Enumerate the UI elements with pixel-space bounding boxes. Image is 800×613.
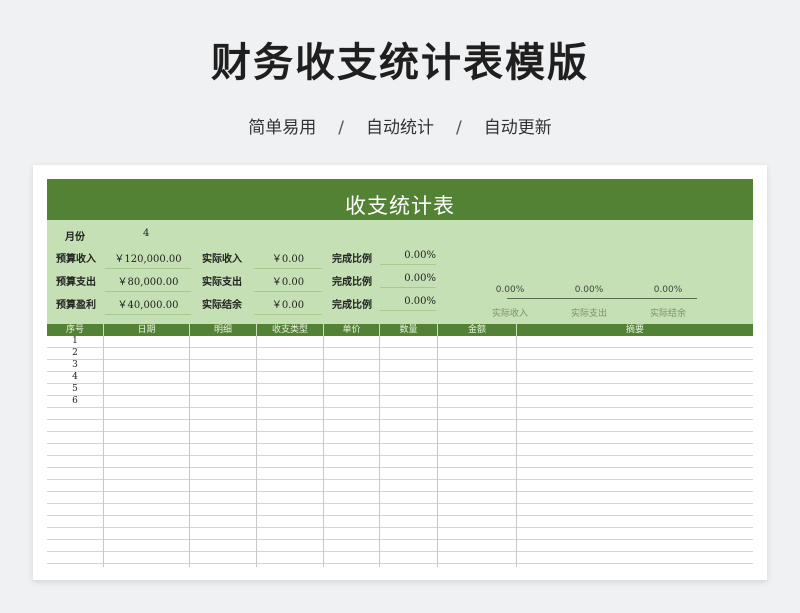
column-divider: [437, 336, 438, 567]
chart-value-expense: 0.00%: [574, 285, 604, 295]
spreadsheet: 收支统计表 月份 4 预算收入 ￥120,000.00 实际收入 ￥0.00 完…: [47, 179, 753, 567]
table-row[interactable]: [47, 456, 753, 468]
table-row[interactable]: 3: [47, 360, 753, 372]
table-row[interactable]: [47, 432, 753, 444]
ratio-label: 完成比例: [332, 254, 372, 265]
chart-category-income: 实际收入: [491, 309, 528, 319]
actual-expense-value[interactable]: ￥0.00: [254, 273, 322, 292]
row-number: 2: [72, 348, 78, 358]
row-number: 5: [72, 384, 78, 394]
actual-expense-label: 实际支出: [202, 277, 242, 288]
table-row[interactable]: [47, 468, 753, 480]
month-label: 月份: [65, 232, 85, 243]
budget-expense-label: 预算支出: [56, 277, 96, 288]
actual-income-value[interactable]: ￥0.00: [254, 250, 322, 269]
col-header-unit-price[interactable]: 单价: [324, 324, 380, 336]
table-row[interactable]: [47, 420, 753, 432]
chart-category-expense: 实际支出: [570, 309, 607, 319]
col-header-date[interactable]: 日期: [104, 324, 190, 336]
column-divider: [323, 336, 324, 567]
feature-1: 简单易用: [248, 118, 317, 138]
table-row[interactable]: 2: [47, 348, 753, 360]
actual-income-label: 实际收入: [202, 254, 242, 265]
budget-profit-label: 预算盈利: [56, 300, 96, 311]
row-number: 1: [72, 336, 78, 346]
chart-value-income: 0.00%: [495, 285, 525, 295]
table-row[interactable]: [47, 408, 753, 420]
chart-value-balance: 0.00%: [653, 285, 683, 295]
feature-tagline: 简单易用 / 自动统计 / 自动更新: [0, 113, 800, 138]
page-title: 财务收支统计表模版: [211, 40, 589, 86]
table-row[interactable]: [47, 516, 753, 528]
summary-panel: 月份 4 预算收入 ￥120,000.00 实际收入 ￥0.00 完成比例 0.…: [47, 220, 753, 324]
table-row[interactable]: [47, 480, 753, 492]
table-row[interactable]: [47, 492, 753, 504]
column-divider: [189, 336, 190, 567]
table-row[interactable]: [47, 504, 753, 516]
column-divider: [516, 336, 517, 567]
col-header-detail[interactable]: 明细: [190, 324, 257, 336]
column-divider: [103, 336, 104, 567]
table-row[interactable]: [47, 444, 753, 456]
col-header-quantity[interactable]: 数量: [380, 324, 438, 336]
balance-ratio-value[interactable]: 0.00%: [380, 296, 436, 311]
row-number: 4: [72, 372, 78, 382]
data-grid[interactable]: 1 2 3 4 5 6: [47, 336, 753, 567]
row-number: 3: [72, 360, 78, 370]
table-row[interactable]: 5: [47, 384, 753, 396]
table-row[interactable]: 6: [47, 396, 753, 408]
month-value[interactable]: 4: [143, 228, 149, 239]
col-header-index[interactable]: 序号: [47, 324, 104, 336]
table-header: 序号 日期 明细 收支类型 单价 数量 金额 摘要: [47, 324, 753, 336]
table-row[interactable]: [47, 528, 753, 540]
table-row[interactable]: 4: [47, 372, 753, 384]
table-row[interactable]: [47, 552, 753, 564]
budget-income-value[interactable]: ￥120,000.00: [105, 250, 191, 269]
col-header-type[interactable]: 收支类型: [257, 324, 324, 336]
sheet-banner: 收支统计表: [47, 179, 753, 220]
budget-expense-value[interactable]: ￥80,000.00: [105, 273, 191, 292]
table-row[interactable]: 1: [47, 336, 753, 348]
budget-income-label: 预算收入: [56, 254, 96, 265]
ratio-label: 完成比例: [332, 300, 372, 311]
actual-balance-label: 实际结余: [202, 300, 242, 311]
separator: /: [456, 118, 462, 138]
feature-3: 自动更新: [483, 118, 552, 138]
column-divider: [379, 336, 380, 567]
col-header-amount[interactable]: 金额: [438, 324, 517, 336]
income-ratio-value[interactable]: 0.00%: [380, 250, 436, 265]
expense-ratio-value[interactable]: 0.00%: [380, 273, 436, 288]
budget-profit-value[interactable]: ￥40,000.00: [105, 296, 191, 315]
separator: /: [338, 118, 344, 138]
col-header-summary[interactable]: 摘要: [517, 324, 753, 336]
chart-baseline: [507, 298, 697, 299]
spreadsheet-card: 收支统计表 月份 4 预算收入 ￥120,000.00 实际收入 ￥0.00 完…: [33, 165, 767, 580]
ratio-label: 完成比例: [332, 277, 372, 288]
feature-2: 自动统计: [366, 118, 434, 138]
table-row[interactable]: [47, 540, 753, 552]
column-divider: [256, 336, 257, 567]
actual-balance-value[interactable]: ￥0.00: [254, 296, 322, 315]
row-number: 6: [72, 396, 78, 406]
chart-category-balance: 实际结余: [649, 309, 686, 319]
